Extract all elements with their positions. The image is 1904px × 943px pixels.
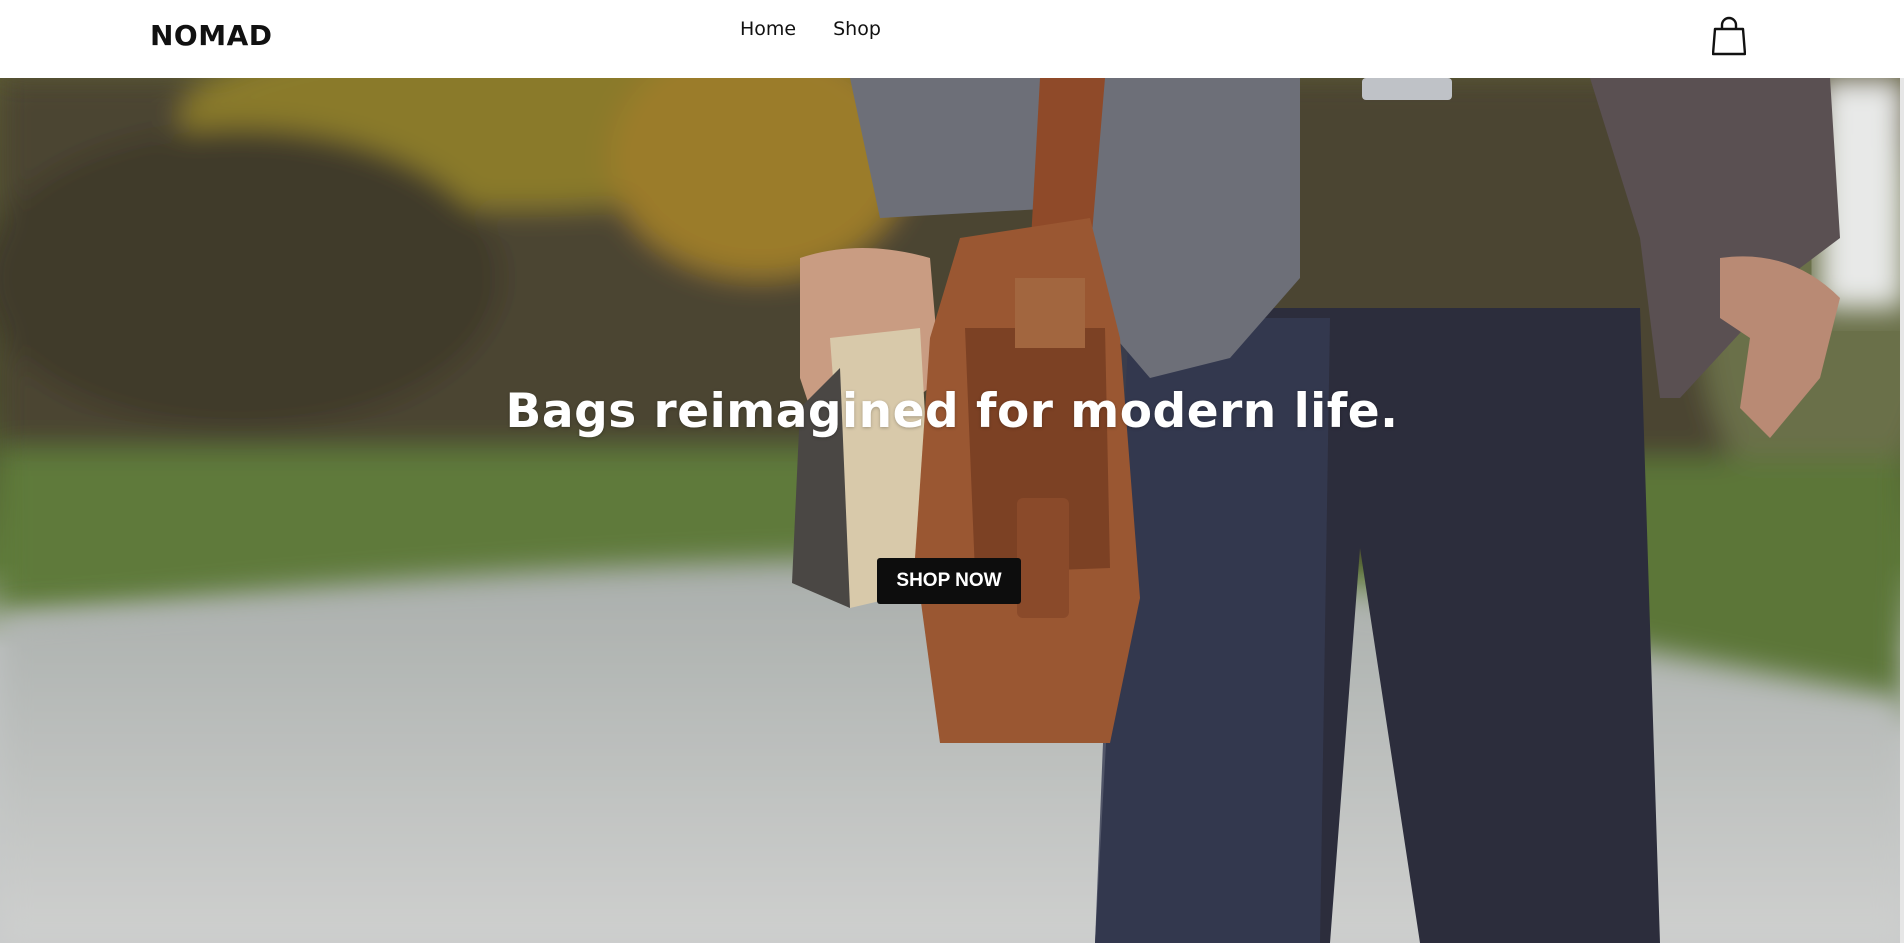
brand-logo[interactable]: NOMAD [150,19,273,52]
hero-headline: Bags reimagined for modern life. [505,384,1399,439]
shop-now-button[interactable]: SHOP NOW [877,558,1021,604]
shopping-bag-icon[interactable] [1711,16,1747,56]
nav-shop-link[interactable]: Shop [833,18,881,40]
hero-banner: Bags reimagined for modern life. SHOP NO… [0,78,1904,943]
site-header: NOMAD Home Shop [0,0,1904,78]
nav-home-link[interactable]: Home [740,18,796,40]
hero-background-image [0,78,1904,943]
main-nav: Home Shop [740,18,881,40]
page-scrollbar[interactable] [1900,78,1904,943]
